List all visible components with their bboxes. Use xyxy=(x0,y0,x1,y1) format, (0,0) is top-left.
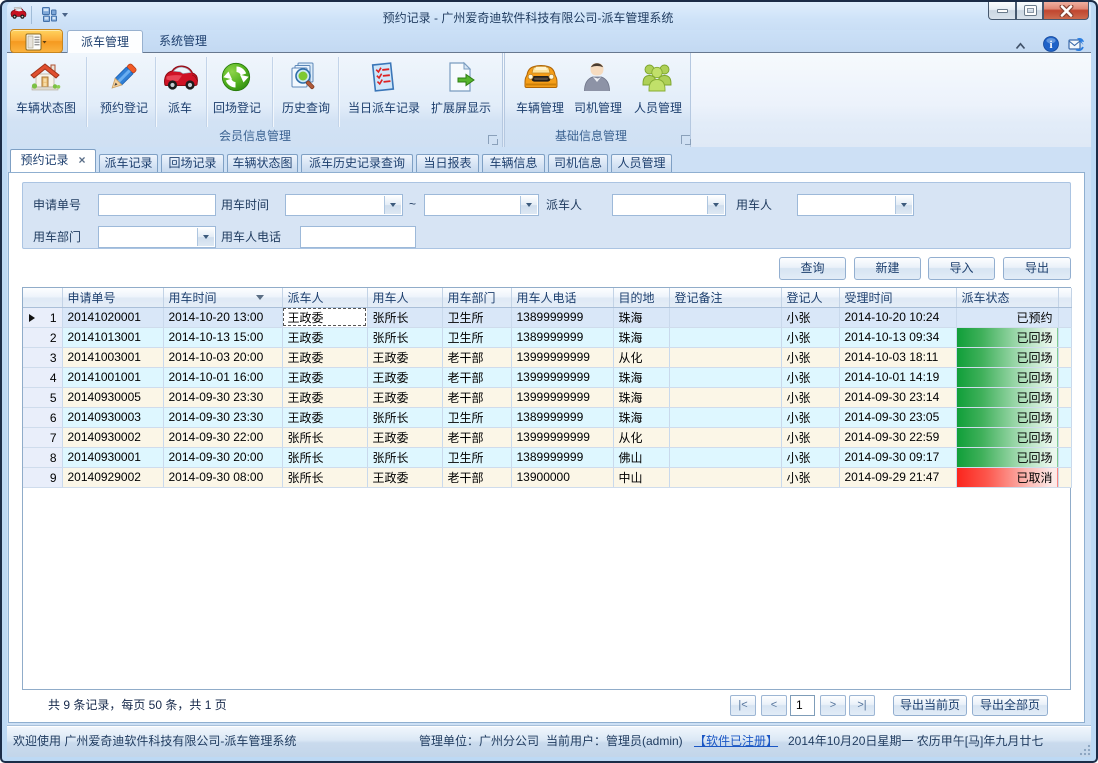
svg-text:i: i xyxy=(1049,39,1052,51)
